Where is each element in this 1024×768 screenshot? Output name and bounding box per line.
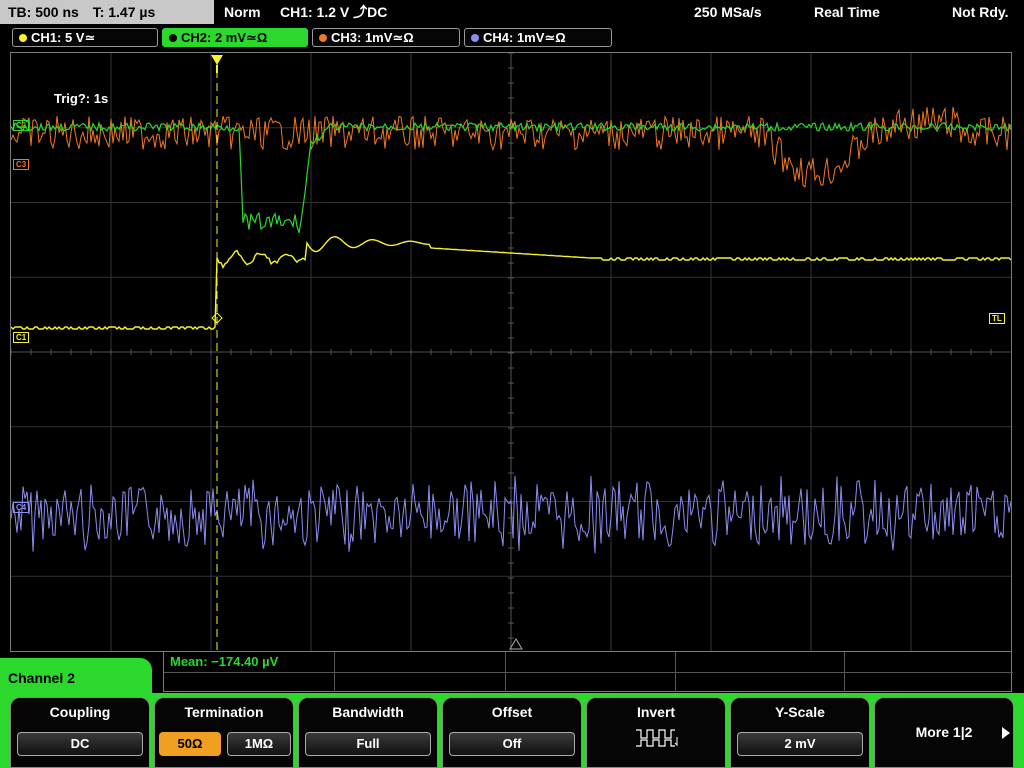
yscale-softkey[interactable]: Y-Scale 2 mV (730, 697, 870, 768)
tab-ch3-label: CH3: 1mV≃Ω (331, 30, 414, 45)
tab-ch3[interactable]: CH3: 1mV≃Ω (312, 28, 460, 47)
tab-ch1-label: CH1: 5 V≃ (31, 30, 96, 45)
trigger-level-marker[interactable]: TL (989, 313, 1005, 324)
trigger-time-value: T: 1.47 µs (92, 4, 156, 20)
coupling-value[interactable]: DC (17, 732, 143, 756)
offset-title: Offset (491, 704, 533, 720)
meas-col-divider (675, 652, 676, 692)
mean-measurement: Mean: −174.40 µV (170, 654, 279, 669)
invert-softkey[interactable]: Invert (586, 697, 726, 768)
waveform-display[interactable]: Trig?: 1s C2 C3 C1 C4 TL (10, 52, 1012, 652)
tab-ch4[interactable]: CH4: 1mV≃Ω (464, 28, 612, 47)
termination-1mohm[interactable]: 1MΩ (227, 732, 291, 756)
termination-title: Termination (184, 704, 264, 720)
offset-softkey[interactable]: Offset Off (442, 697, 582, 768)
coupling-title: Coupling (49, 704, 111, 720)
trigger-position-icon (211, 55, 223, 65)
yscale-value[interactable]: 2 mV (737, 732, 863, 756)
timebase-value: TB: 500 ns (8, 4, 79, 20)
meas-divider (164, 672, 1013, 673)
ch2-dot-icon (169, 34, 177, 42)
bandwidth-softkey[interactable]: Bandwidth Full (298, 697, 438, 768)
trigger-source[interactable]: CH1: 1.2 V ⤴DC (280, 0, 387, 24)
status-bar: TB: 500 ns T: 1.47 µs Norm CH1: 1.2 V ⤴D… (0, 0, 1024, 24)
measurement-panel[interactable]: Mean: −174.40 µV (163, 652, 1013, 692)
trigger-timer: Trig?: 1s (54, 91, 109, 106)
more-label: More 1|2 (915, 724, 973, 740)
acquisition-status: Not Rdy. (952, 4, 1009, 20)
invert-waveform-icon (636, 729, 678, 747)
ch4-offset-marker[interactable]: C4 (13, 502, 30, 513)
more-softkey[interactable]: More 1|2 (874, 697, 1014, 768)
offset-value[interactable]: Off (449, 732, 575, 756)
termination-softkey[interactable]: Termination 50Ω 1MΩ (154, 697, 294, 768)
tab-ch4-label: CH4: 1mV≃Ω (483, 30, 566, 45)
bandwidth-title: Bandwidth (332, 704, 404, 720)
graticule (11, 53, 1011, 651)
sample-rate: 250 MSa/s (694, 4, 762, 20)
meas-col-divider (844, 652, 845, 692)
center-marker-icon (509, 638, 523, 650)
ch3-dot-icon (319, 34, 327, 42)
ch1-offset-marker[interactable]: C1 (13, 332, 30, 343)
yscale-title: Y-Scale (775, 704, 825, 720)
termination-50ohm[interactable]: 50Ω (159, 732, 221, 756)
tab-ch1[interactable]: CH1: 5 V≃ (12, 28, 158, 47)
trigger-mode[interactable]: Norm (224, 0, 261, 24)
menu-title: Channel 2 (0, 658, 152, 698)
ch3-offset-marker[interactable]: C3 (13, 159, 30, 170)
acquisition-mode[interactable]: Real Time (814, 0, 880, 24)
coupling-softkey[interactable]: Coupling DC (10, 697, 150, 768)
meas-col-divider (505, 652, 506, 692)
invert-title: Invert (636, 704, 676, 720)
timebase-readout[interactable]: TB: 500 ns T: 1.47 µs (0, 0, 214, 24)
meas-col-divider (334, 652, 335, 692)
tab-ch2-label: CH2: 2 mV≃Ω (181, 30, 268, 45)
tab-ch2[interactable]: CH2: 2 mV≃Ω (162, 28, 308, 47)
ch1-dot-icon (19, 34, 27, 42)
ch4-dot-icon (471, 34, 479, 42)
chevron-right-icon (1002, 727, 1010, 739)
bandwidth-value[interactable]: Full (305, 732, 431, 756)
ch2-offset-marker[interactable]: C2 (13, 120, 30, 131)
